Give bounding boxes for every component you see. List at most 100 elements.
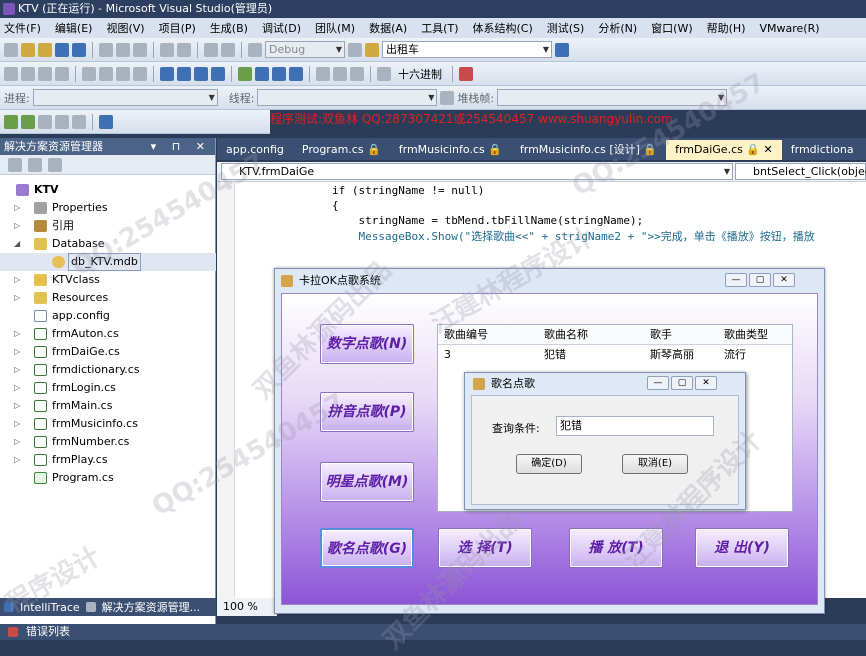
tree-item-references[interactable]: ▷ 引用 <box>0 217 216 235</box>
tree-item-properties[interactable]: ▷ Properties <box>0 199 216 217</box>
tab-frmmusicinfo-design[interactable]: frmMusicinfo.cs [设计] 🔒 <box>511 140 666 160</box>
error-list-tab[interactable]: 错误列表 <box>0 624 866 640</box>
expand-arrow-icon[interactable]: ▷ <box>14 451 20 469</box>
find-combo[interactable]: 出租车 ▼ <box>382 41 552 58</box>
save-icon[interactable] <box>55 42 69 57</box>
tree-item-database[interactable]: ◢ Database <box>0 235 216 253</box>
expand-arrow-icon[interactable]: ▷ <box>14 217 20 235</box>
thread-combo[interactable]: ▼ <box>257 89 438 106</box>
new-project-icon[interactable] <box>4 42 18 57</box>
tab-app-config[interactable]: app.config <box>217 140 293 160</box>
cancel-button[interactable]: 取消(E) <box>622 454 688 474</box>
expand-arrow-icon[interactable]: ▷ <box>14 343 20 361</box>
menu-team[interactable]: 团队(M) <box>315 20 355 36</box>
add-item-icon[interactable] <box>21 42 35 57</box>
maximize-button[interactable]: ▢ <box>671 376 693 390</box>
outdent-icon[interactable] <box>99 66 113 81</box>
query-input[interactable]: 犯错 <box>556 416 714 436</box>
column-header[interactable]: 歌曲编号 <box>444 325 488 345</box>
exit-button[interactable]: 退 出(Y) <box>695 528 789 568</box>
table-cell[interactable]: 流行 <box>724 346 746 364</box>
paste-icon[interactable] <box>133 42 147 57</box>
tab-intellitrace[interactable]: IntelliTrace <box>20 601 80 614</box>
tab-frmmusicinfo-cs[interactable]: frmMusicinfo.cs 🔒 <box>390 140 511 160</box>
continue-icon[interactable] <box>238 66 252 81</box>
songname-song-button[interactable]: 歌名点歌(G) <box>320 528 414 568</box>
class-combo[interactable]: KTV.frmDaiGe ▼ <box>221 163 733 180</box>
expand-arrow-icon[interactable]: ▷ <box>14 199 20 217</box>
menu-tools[interactable]: 工具(T) <box>421 20 458 36</box>
menu-file[interactable]: 文件(F) <box>4 20 41 36</box>
next-bookmark-icon[interactable] <box>194 66 208 81</box>
tree-item-frmdaige[interactable]: ▷ frmDaiGe.cs <box>0 343 216 361</box>
tab-solution-explorer[interactable]: 解决方案资源管理... <box>102 599 201 615</box>
find-in-files-icon[interactable] <box>365 42 379 57</box>
menu-debug[interactable]: 调试(D) <box>262 20 301 36</box>
save-all-icon[interactable] <box>72 42 86 57</box>
filter-icon[interactable] <box>440 90 455 105</box>
menu-architecture[interactable]: 体系结构(C) <box>473 20 533 36</box>
solution-explorer-icon[interactable] <box>555 42 569 57</box>
star-song-button[interactable]: 明星点歌(M) <box>320 462 414 502</box>
tree-item-frmlogin[interactable]: ▷ frmLogin.cs <box>0 379 216 397</box>
expand-arrow-icon[interactable]: ▷ <box>14 325 20 343</box>
undo-icon[interactable] <box>160 42 174 57</box>
maximize-button[interactable]: ▢ <box>749 273 771 287</box>
quick-info-icon[interactable] <box>21 66 35 81</box>
table-cell[interactable]: 犯错 <box>544 346 566 364</box>
tree-item-frmplay[interactable]: ▷ frmPlay.cs <box>0 451 216 469</box>
tree-item-frmnumber[interactable]: ▷ frmNumber.cs <box>0 433 216 451</box>
comment-icon[interactable] <box>116 66 130 81</box>
panel-controls[interactable]: ▾ ⊓ ✕ <box>151 138 211 155</box>
stop-debugging-icon[interactable] <box>272 66 286 81</box>
member-combo[interactable]: bntSelect_Click(object <box>735 163 866 180</box>
menu-test[interactable]: 测试(S) <box>547 20 585 36</box>
param-info-icon[interactable] <box>38 66 52 81</box>
step-over-icon[interactable] <box>333 66 347 81</box>
column-header[interactable]: 歌曲类型 <box>724 325 768 345</box>
navigate-back-icon[interactable] <box>204 42 218 57</box>
start-debugging-icon[interactable] <box>248 42 262 57</box>
menu-build[interactable]: 生成(B) <box>210 20 248 36</box>
class-view-icon[interactable] <box>72 114 86 129</box>
collapse-arrow-icon[interactable]: ◢ <box>14 235 20 253</box>
indent-icon[interactable] <box>82 66 96 81</box>
refresh-icon[interactable] <box>48 157 62 172</box>
minimize-button[interactable]: — <box>725 273 747 287</box>
tree-item-resources[interactable]: ▷ Resources <box>0 289 216 307</box>
column-header[interactable]: 歌手 <box>650 325 672 345</box>
expand-arrow-icon[interactable]: ▷ <box>14 271 20 289</box>
breakpoints-window-icon[interactable] <box>459 66 473 81</box>
hex-display-button[interactable]: 十六进制 <box>398 66 442 82</box>
menu-edit[interactable]: 编辑(E) <box>55 20 93 36</box>
expand-arrow-icon[interactable]: ▷ <box>14 397 20 415</box>
step-into-icon[interactable] <box>316 66 330 81</box>
platform-icon[interactable] <box>348 42 362 57</box>
stackframe-combo[interactable]: ▼ <box>497 89 728 106</box>
run-tests-icon[interactable] <box>21 114 35 129</box>
table-cell[interactable]: 3 <box>444 346 451 364</box>
menu-analyze[interactable]: 分析(N) <box>598 20 637 36</box>
ok-button[interactable]: 确定(D) <box>516 454 582 474</box>
tree-item-frmmain[interactable]: ▷ frmMain.cs <box>0 397 216 415</box>
clear-bookmarks-icon[interactable] <box>211 66 225 81</box>
menu-data[interactable]: 数据(A) <box>369 20 407 36</box>
redo-icon[interactable] <box>177 42 191 57</box>
zoom-level[interactable]: 100 % <box>217 598 277 616</box>
tree-item-db-file[interactable]: db_KTV.mdb <box>0 253 216 271</box>
uncomment-icon[interactable] <box>133 66 147 81</box>
expand-arrow-icon[interactable]: ▷ <box>14 361 20 379</box>
select-button[interactable]: 选 择(T) <box>438 528 532 568</box>
tree-item-frmdictionary[interactable]: ▷ frmdictionary.cs <box>0 361 216 379</box>
properties-window-icon[interactable] <box>8 157 22 172</box>
close-button[interactable]: ✕ <box>695 376 717 390</box>
process-combo[interactable]: ▼ <box>32 89 218 106</box>
restart-icon[interactable] <box>289 66 303 81</box>
pinyin-song-button[interactable]: 拼音点歌(P) <box>320 392 414 432</box>
menu-view[interactable]: 视图(V) <box>106 20 144 36</box>
tab-frmdictionary[interactable]: frmdictiona <box>782 140 863 160</box>
menu-vmware[interactable]: VMware(R) <box>759 22 819 35</box>
copy-icon[interactable] <box>116 42 130 57</box>
text-editor-icon[interactable] <box>4 66 18 81</box>
tree-item-ktvclass[interactable]: ▷ KTVclass <box>0 271 216 289</box>
